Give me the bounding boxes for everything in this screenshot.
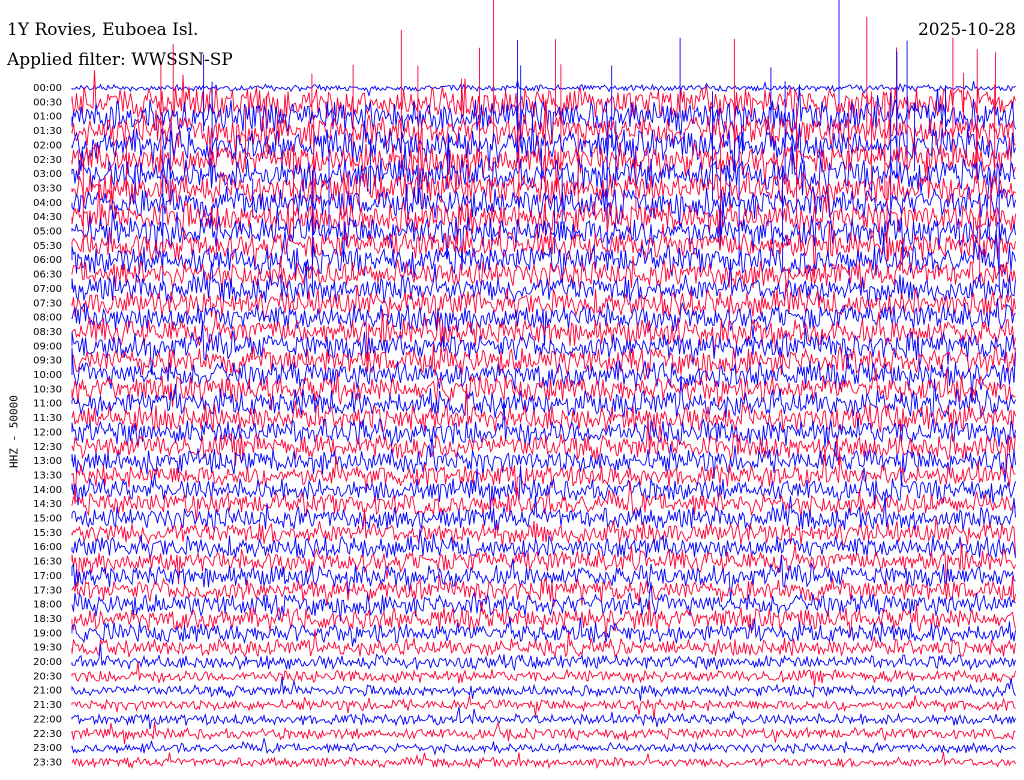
row-label: 16:30 <box>33 557 62 568</box>
row-label: 15:30 <box>33 528 62 539</box>
trace-line <box>71 751 1016 770</box>
row-label: 09:30 <box>33 356 62 367</box>
row-label: 17:30 <box>33 585 62 596</box>
trace-line <box>71 706 1016 730</box>
row-label: 00:30 <box>33 97 62 108</box>
row-label: 04:00 <box>33 198 62 209</box>
row-label: 05:00 <box>33 227 62 238</box>
row-label: 10:00 <box>33 370 62 381</box>
trace-line <box>71 80 1016 97</box>
row-label: 01:00 <box>33 112 62 123</box>
trace-line <box>71 738 1016 756</box>
row-label: 20:30 <box>33 671 62 682</box>
row-label: 21:00 <box>33 686 62 697</box>
row-label: 14:00 <box>33 485 62 496</box>
row-label: 02:30 <box>33 155 62 166</box>
trace-line <box>71 695 1016 720</box>
row-label: 00:00 <box>33 83 62 94</box>
helicorder-plot: 00:00 00:30 01:00 01:30 02:00 02:30 03:00 03:30… <box>33 0 1016 770</box>
row-label: 10:30 <box>33 384 62 395</box>
row-label: 08:00 <box>33 313 62 324</box>
row-label: 12:30 <box>33 442 62 453</box>
trace-line <box>71 600 1016 637</box>
row-label: 20:00 <box>33 657 62 668</box>
row-label: 23:00 <box>33 743 62 754</box>
row-label: 06:30 <box>33 270 62 281</box>
row-label: 15:00 <box>33 514 62 525</box>
row-label: 23:30 <box>33 757 62 768</box>
row-label: 18:00 <box>33 600 62 611</box>
trace-line <box>71 721 1016 745</box>
row-label: 07:30 <box>33 298 62 309</box>
trace-line <box>71 139 1016 204</box>
row-label: 02:00 <box>33 140 62 151</box>
row-label: 18:30 <box>33 614 62 625</box>
row-label: 03:30 <box>33 183 62 194</box>
row-label: 19:30 <box>33 643 62 654</box>
row-label: 21:30 <box>33 700 62 711</box>
row-label: 16:00 <box>33 542 62 553</box>
row-label: 13:00 <box>33 456 62 467</box>
row-label: 13:30 <box>33 470 62 481</box>
row-label-group: 00:00 00:30 01:00 01:30 02:00 02:30 03:00 03:30… <box>33 83 62 768</box>
row-label: 04:30 <box>33 212 62 223</box>
row-label: 01:30 <box>33 126 62 137</box>
row-label: 08:30 <box>33 327 62 338</box>
row-label: 09:00 <box>33 341 62 352</box>
row-label: 06:00 <box>33 255 62 266</box>
row-label: 11:30 <box>33 413 62 424</box>
row-label: 22:00 <box>33 714 62 725</box>
row-label: 11:00 <box>33 399 62 410</box>
row-label: 07:00 <box>33 284 62 295</box>
trace-line <box>71 367 1016 411</box>
row-label: 12:00 <box>33 427 62 438</box>
trace-line <box>71 508 1016 556</box>
row-label: 19:00 <box>33 628 62 639</box>
row-label: 17:00 <box>33 571 62 582</box>
row-label: 05:30 <box>33 241 62 252</box>
trace-group <box>71 0 1016 770</box>
row-label: 03:00 <box>33 169 62 180</box>
row-label: 14:30 <box>33 499 62 510</box>
row-label: 22:30 <box>33 729 62 740</box>
